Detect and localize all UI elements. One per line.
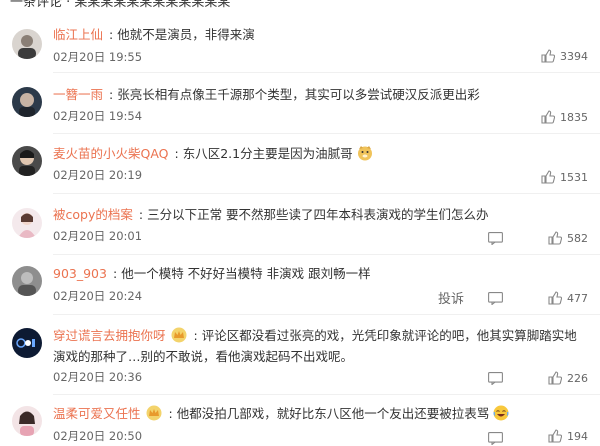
username-link[interactable]: 温柔可爱又任性 bbox=[53, 406, 141, 421]
like-button[interactable]: 477 bbox=[548, 291, 588, 305]
comment-text: 他一个模特 不好好当模特 非演戏 跟刘畅一样 bbox=[121, 266, 371, 281]
comment-line: 麦火苗的小火柴QAQ: 东八区2.1分主要是因为油腻哥 bbox=[53, 145, 373, 166]
username-link[interactable]: 穿过谎言去拥抱你呀 bbox=[53, 328, 166, 343]
avatar[interactable] bbox=[12, 29, 42, 59]
like-button[interactable]: 194 bbox=[548, 429, 588, 443]
divider bbox=[53, 193, 600, 194]
like-count: 226 bbox=[567, 371, 588, 385]
avatar[interactable] bbox=[12, 406, 42, 436]
reply-icon bbox=[487, 371, 503, 385]
cropped-top-line: 一条评论 · 某某某某某某某某某某某某 bbox=[0, 0, 600, 10]
divider bbox=[53, 314, 600, 315]
comment-line: 被copy的档案: 三分以下正常 要不然那些读了四年本科表演戏的学生们怎么办 bbox=[53, 207, 489, 222]
username-link[interactable]: 一簪一雨 bbox=[53, 87, 103, 102]
thumbs-up-icon bbox=[541, 49, 555, 63]
comment-time: 02月20日 20:01 bbox=[53, 229, 143, 243]
cropped-text: 一条评论 · 某某某某某某某某某某某某 bbox=[10, 0, 231, 10]
vip-crown-icon bbox=[170, 327, 188, 348]
reply-button[interactable] bbox=[486, 430, 504, 446]
thumbs-up-icon bbox=[548, 231, 562, 245]
divider bbox=[53, 133, 600, 134]
avatar[interactable] bbox=[12, 328, 42, 358]
thumbs-up-icon bbox=[548, 291, 562, 305]
reply-button[interactable] bbox=[486, 230, 504, 246]
like-count: 582 bbox=[567, 231, 588, 245]
like-count: 3394 bbox=[560, 49, 588, 63]
like-count: 1835 bbox=[560, 110, 588, 124]
avatar[interactable] bbox=[12, 208, 42, 238]
vip-crown-icon bbox=[145, 405, 163, 426]
comment-text: 三分以下正常 要不然那些读了四年本科表演戏的学生们怎么办 bbox=[147, 207, 489, 222]
comment-line: 温柔可爱又任性: 他都没拍几部戏，就好比东八区他一个友出还要被拉表骂 bbox=[53, 405, 509, 426]
username-link[interactable]: 903_903 bbox=[53, 266, 107, 281]
username-link[interactable]: 被copy的档案 bbox=[53, 207, 133, 222]
like-count: 1531 bbox=[560, 170, 588, 184]
avatar[interactable] bbox=[12, 87, 42, 117]
comment-text: 他都没拍几部戏，就好比东八区他一个友出还要被拉表骂 bbox=[176, 406, 490, 421]
comment-time: 02月20日 20:19 bbox=[53, 168, 143, 182]
comment-time: 02月20日 19:54 bbox=[53, 109, 143, 123]
reply-button[interactable] bbox=[486, 370, 504, 386]
like-button[interactable]: 1531 bbox=[541, 170, 588, 184]
like-count: 194 bbox=[567, 429, 588, 443]
comment-line: 临江上仙: 他就不是演员，非得来演 bbox=[53, 27, 255, 42]
reply-icon bbox=[487, 231, 503, 245]
thumbs-up-icon bbox=[541, 110, 555, 124]
comment-text: 东八区2.1分主要是因为油腻哥 bbox=[182, 146, 353, 161]
comment-text: 张亮长相有点像王千源那个类型，其实可以多尝试硬汉反派更出彩 bbox=[117, 87, 480, 102]
reply-icon bbox=[487, 291, 503, 305]
comment-time: 02月20日 20:36 bbox=[53, 370, 143, 384]
comment-line: 穿过谎言去拥抱你呀: 评论区都没看过张亮的戏，光凭印象就评论的吧，他其实算脚踏实地… bbox=[53, 327, 577, 364]
like-button[interactable]: 1835 bbox=[541, 110, 588, 124]
like-button[interactable]: 3394 bbox=[541, 49, 588, 63]
like-button[interactable]: 226 bbox=[548, 371, 588, 385]
comment-text: 他就不是演员，非得来演 bbox=[117, 27, 255, 42]
doge-emoji-icon bbox=[357, 145, 373, 166]
report-link[interactable]: 投诉 bbox=[438, 288, 464, 307]
like-count: 477 bbox=[567, 291, 588, 305]
comment-time: 02月20日 20:24 bbox=[53, 289, 143, 303]
username-link[interactable]: 临江上仙 bbox=[53, 27, 103, 42]
laughing-emoji-icon bbox=[493, 405, 509, 426]
comment-line: 一簪一雨: 张亮长相有点像王千源那个类型，其实可以多尝试硬汉反派更出彩 bbox=[53, 87, 480, 102]
divider bbox=[53, 254, 600, 255]
divider bbox=[53, 72, 600, 73]
avatar[interactable] bbox=[12, 266, 42, 296]
comment-time: 02月20日 19:55 bbox=[53, 50, 143, 64]
divider bbox=[53, 394, 600, 395]
like-button[interactable]: 582 bbox=[548, 231, 588, 245]
comment-time: 02月20日 20:50 bbox=[53, 429, 143, 443]
username-link[interactable]: 麦火苗的小火柴QAQ bbox=[53, 146, 169, 161]
reply-button[interactable] bbox=[486, 290, 504, 306]
thumbs-up-icon bbox=[548, 429, 562, 443]
comment-line: 903_903: 他一个模特 不好好当模特 非演戏 跟刘畅一样 bbox=[53, 266, 371, 281]
thumbs-up-icon bbox=[541, 170, 555, 184]
thumbs-up-icon bbox=[548, 371, 562, 385]
avatar[interactable] bbox=[12, 146, 42, 176]
